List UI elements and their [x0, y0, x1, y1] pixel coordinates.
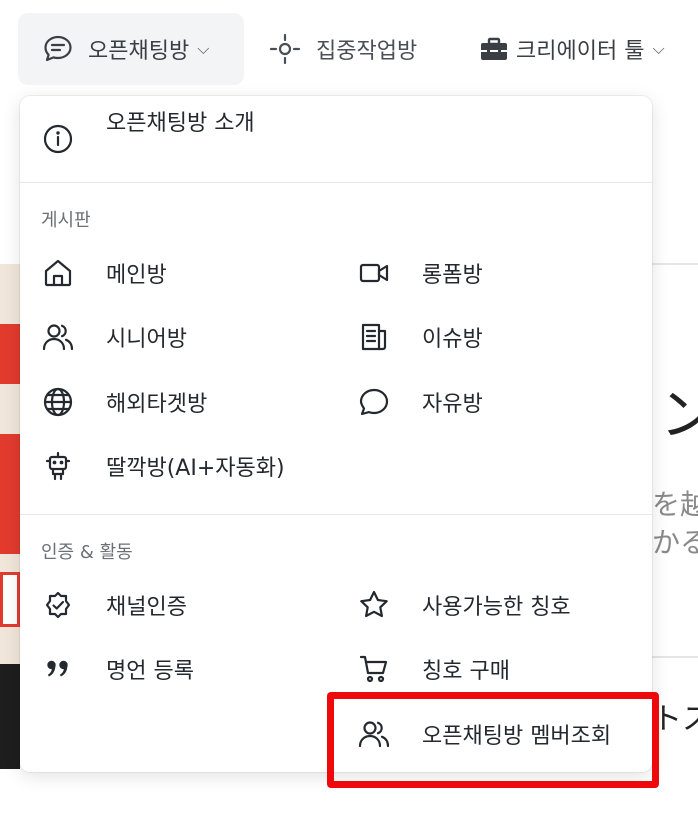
menu-item-label: 채널인증: [106, 595, 187, 620]
nav-focus-work-label: 집중작업방: [316, 39, 418, 64]
toolbox-icon: [481, 37, 507, 60]
users-icon: [42, 321, 74, 353]
menu-item-label: 사용가능한 칭호: [422, 595, 571, 620]
nav-open-chat-label: 오픈채팅방: [88, 39, 190, 64]
chat-bubble-icon: [44, 35, 72, 62]
globe-icon: [42, 386, 74, 418]
menu-item-member-lookup[interactable]: 오픈채팅방 멤버조회: [336, 709, 652, 759]
open-chat-dropdown-menu: 오픈채팅방 소개 게시판 메인방 롱폼방 시니어방 이슈방 해외타겟방 자유방 …: [20, 96, 652, 772]
background-divider: [652, 656, 698, 658]
menu-item-label: 오픈채팅방 멤버조회: [422, 724, 612, 749]
menu-item-label: 메인방: [106, 263, 167, 288]
menu-item-channel-cert[interactable]: 채널인증: [20, 580, 336, 630]
section-title-cert: 인증 & 활동: [41, 542, 133, 563]
menu-item-label: 해외타겟방: [106, 392, 208, 417]
section-title-board: 게시판: [41, 210, 91, 231]
background-banner-image: [0, 264, 20, 769]
background-heading-fragment: ン: [660, 383, 698, 448]
quote-icon: [42, 653, 74, 685]
menu-item-label: 칭호 구매: [422, 659, 510, 684]
menu-item-buy-title[interactable]: 칭호 구매: [336, 644, 652, 694]
chevron-down-icon: ⌵: [652, 39, 665, 58]
menu-item-label: 오픈채팅방 소개: [106, 111, 255, 136]
menu-item-label: 롱폼방: [422, 263, 483, 288]
menu-item-label: 자유방: [422, 392, 483, 417]
newspaper-icon: [358, 321, 390, 353]
home-icon: [42, 257, 74, 289]
robot-icon: [42, 450, 74, 482]
shopping-cart-icon: [358, 653, 390, 685]
background-divider: [652, 263, 698, 265]
menu-item-label: 딸깍방(AI+자동화): [106, 456, 285, 481]
menu-item-intro[interactable]: 오픈채팅방 소개: [20, 96, 652, 154]
nav-creator-tools[interactable]: 크리에이터 툴 ⌵: [478, 13, 665, 85]
video-camera-icon: [358, 257, 390, 289]
focus-crosshair-icon: [269, 33, 301, 65]
menu-item-click-room[interactable]: 딸깍방(AI+자동화): [20, 441, 440, 491]
menu-item-senior-room[interactable]: 시니어방: [20, 312, 336, 362]
nav-open-chat[interactable]: 오픈채팅방 ⌵: [18, 13, 244, 85]
users-icon: [358, 718, 390, 750]
menu-item-label: 명언 등록: [106, 659, 194, 684]
menu-item-quote-register[interactable]: 명언 등록: [20, 644, 336, 694]
menu-item-main-room[interactable]: 메인방: [20, 248, 336, 298]
speech-bubble-icon: [358, 386, 390, 418]
chevron-down-icon: ⌵: [197, 39, 210, 58]
menu-divider: [20, 182, 652, 183]
menu-divider: [20, 514, 652, 515]
menu-item-label: 이슈방: [422, 327, 483, 352]
star-icon: [358, 589, 390, 621]
nav-focus-work[interactable]: 집중작업방: [264, 13, 417, 85]
background-text-fragment: トス: [652, 702, 698, 737]
menu-item-label: 시니어방: [106, 327, 187, 352]
nav-creator-tools-label: 크리에이터 툴: [516, 39, 645, 64]
info-icon: [42, 123, 74, 155]
menu-item-longform-room[interactable]: 롱폼방: [336, 248, 652, 298]
menu-item-free-room[interactable]: 자유방: [336, 377, 652, 427]
background-text-fragment: かる: [652, 526, 698, 559]
menu-item-issue-room[interactable]: 이슈방: [336, 312, 652, 362]
menu-item-overseas-room[interactable]: 해외타겟방: [20, 377, 336, 427]
menu-item-available-titles[interactable]: 사용가능한 칭호: [336, 580, 652, 630]
background-text-fragment: を越: [652, 488, 698, 521]
top-navigation: 오픈채팅방 ⌵ 집중작업방 크리에이터 툴 ⌵: [0, 0, 698, 98]
verified-badge-icon: [42, 589, 74, 621]
